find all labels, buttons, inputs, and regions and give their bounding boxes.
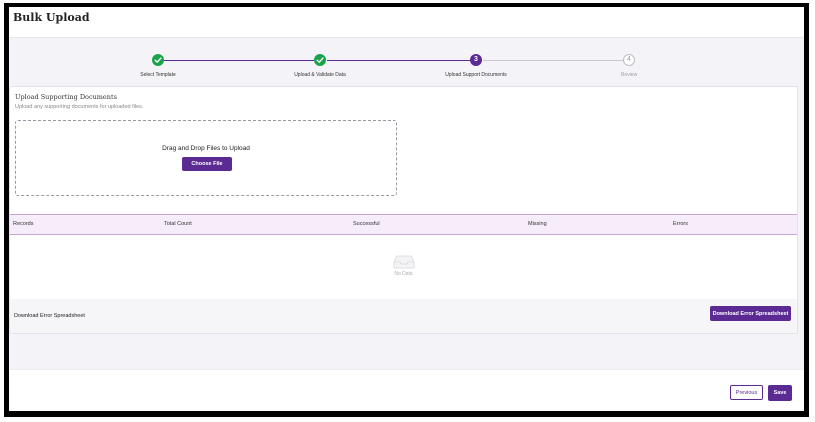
app-window: Bulk Upload 3 4 Select Template Upload &… — [9, 7, 804, 411]
table-empty-state: No Data — [10, 255, 797, 277]
stepper-line-2 — [327, 60, 470, 61]
step-2-check-icon — [314, 54, 326, 66]
step-1-check-icon — [152, 54, 164, 66]
step-4-number: 4 — [623, 54, 635, 66]
empty-state-text: No Data — [394, 271, 413, 277]
page-title: Bulk Upload — [13, 11, 90, 24]
step-3-number: 3 — [470, 54, 482, 66]
records-table-header: Records Total Count Successful Missing E… — [10, 214, 797, 235]
stepper-line-1 — [164, 60, 314, 61]
save-button[interactable]: Save — [768, 385, 792, 401]
column-header-missing: Missing — [528, 221, 547, 227]
error-download-label: Download Error Spreadsheet — [14, 313, 85, 319]
step-4-label: Review — [620, 72, 638, 78]
column-header-total-count: Total Count — [164, 221, 192, 227]
previous-button[interactable]: Previous — [730, 385, 763, 400]
page-header: Bulk Upload — [9, 7, 804, 38]
column-header-successful: Successful — [353, 221, 380, 227]
page-footer: Previous Save — [9, 369, 804, 411]
upload-card: Upload Supporting Documents Upload any s… — [9, 86, 798, 334]
download-error-spreadsheet-button[interactable]: Download Error Spreadsheet — [710, 306, 791, 321]
screenshot-frame: Bulk Upload 3 4 Select Template Upload &… — [4, 3, 809, 417]
choose-file-button[interactable]: Choose File — [182, 157, 232, 171]
section-title: Upload Supporting Documents — [15, 93, 117, 101]
step-2-label: Upload & Validate Data — [294, 72, 346, 78]
step-3-label: Upload Support Documents — [445, 72, 507, 78]
empty-inbox-icon — [393, 255, 414, 269]
error-download-bar: Download Error Spreadsheet Download Erro… — [10, 299, 797, 333]
stepper-line-3 — [483, 60, 623, 61]
column-header-records: Records — [13, 221, 34, 227]
step-1-label: Select Template — [140, 72, 176, 78]
file-dropzone[interactable]: Drag and Drop Files to Upload Choose Fil… — [15, 120, 397, 196]
column-header-errors: Errors — [673, 221, 688, 227]
dropzone-text: Drag and Drop Files to Upload — [162, 145, 250, 152]
section-subtitle: Upload any supporting documents for uplo… — [15, 104, 144, 110]
stepper: 3 4 Select Template Upload & Validate Da… — [9, 53, 804, 83]
